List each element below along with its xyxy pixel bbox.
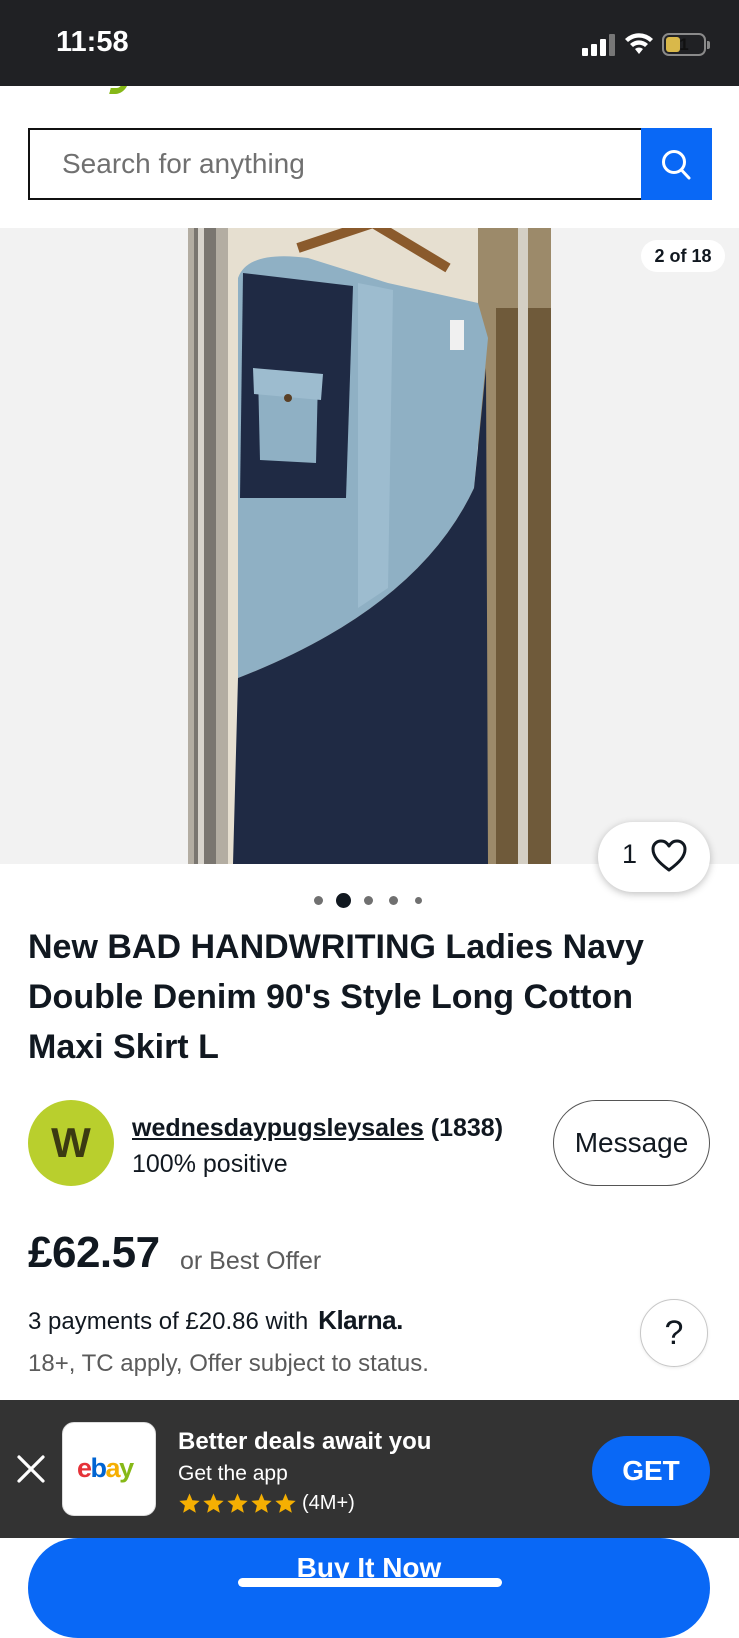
- klarna-logo: Klarna.: [318, 1305, 403, 1335]
- get-app-button[interactable]: GET: [592, 1436, 710, 1506]
- search-icon: [662, 150, 691, 180]
- image-counter-badge: 2 of 18: [641, 240, 725, 272]
- ebay-logo-fragment: [109, 86, 131, 94]
- home-indicator: [238, 1578, 502, 1587]
- seller-avatar[interactable]: W: [28, 1100, 114, 1186]
- heart-icon: [651, 839, 687, 872]
- listing-title: New BAD HANDWRITING Ladies Navy Double D…: [28, 928, 644, 1066]
- ebay-logo: ebay: [77, 1453, 134, 1483]
- cellular-signal-icon: [582, 34, 616, 56]
- klarna-terms: 18+, TC apply, Offer subject to status.: [28, 1350, 429, 1377]
- gallery-pagination: [312, 891, 432, 909]
- watch-button[interactable]: 1: [598, 822, 710, 892]
- ebay-app-icon: ebay: [62, 1422, 156, 1516]
- star-icon: [275, 1493, 296, 1513]
- wifi-icon: [625, 33, 653, 54]
- message-button[interactable]: Message: [553, 1100, 710, 1186]
- rating-count: (4M+): [302, 1492, 355, 1514]
- search-input[interactable]: Search for anything: [28, 128, 642, 200]
- pagination-dot[interactable]: [389, 896, 398, 905]
- image-gallery[interactable]: [0, 228, 739, 864]
- best-offer-text: or Best Offer: [180, 1247, 322, 1275]
- buy-it-now-button[interactable]: Buy It Now: [28, 1538, 710, 1638]
- seller-positive-rating: 100% positive: [132, 1150, 288, 1178]
- battery-level: 1: [679, 35, 689, 54]
- pagination-dot[interactable]: [364, 896, 373, 905]
- app-promo-banner: ebay Better deals await you Get the app …: [0, 1400, 739, 1538]
- price: £62.57: [28, 1228, 160, 1277]
- watch-count: 1: [622, 839, 638, 869]
- star-icon: [227, 1493, 248, 1513]
- battery-icon: 1: [662, 33, 706, 56]
- cart-icon[interactable]: [596, 86, 616, 88]
- klarna-installments: 3 payments of £20.86 with Klarna.: [28, 1305, 403, 1336]
- klarna-text: 3 payments of £20.86 with: [28, 1308, 309, 1335]
- pagination-dot-active[interactable]: [336, 893, 351, 908]
- star-icon: [203, 1493, 224, 1513]
- seller-info: wednesdaypugsleysales (1838): [132, 1114, 503, 1143]
- app-rating: (4M+): [178, 1492, 355, 1518]
- seller-feedback-count: (1838): [430, 1114, 504, 1142]
- search-button[interactable]: [641, 128, 712, 200]
- status-time: 11:58: [56, 26, 129, 58]
- star-icon: [251, 1493, 272, 1513]
- help-button[interactable]: ?: [640, 1299, 708, 1367]
- pagination-dot[interactable]: [415, 897, 422, 904]
- product-photo[interactable]: [188, 228, 551, 864]
- banner-subtitle: Get the app: [178, 1462, 288, 1485]
- status-bar: 11:58 1: [0, 0, 739, 86]
- pagination-dot[interactable]: [314, 896, 323, 905]
- star-icon: [179, 1493, 200, 1513]
- seller-name-link[interactable]: wednesdaypugsleysales: [132, 1114, 424, 1142]
- banner-title: Better deals await you: [178, 1428, 432, 1455]
- close-icon[interactable]: [14, 1452, 48, 1486]
